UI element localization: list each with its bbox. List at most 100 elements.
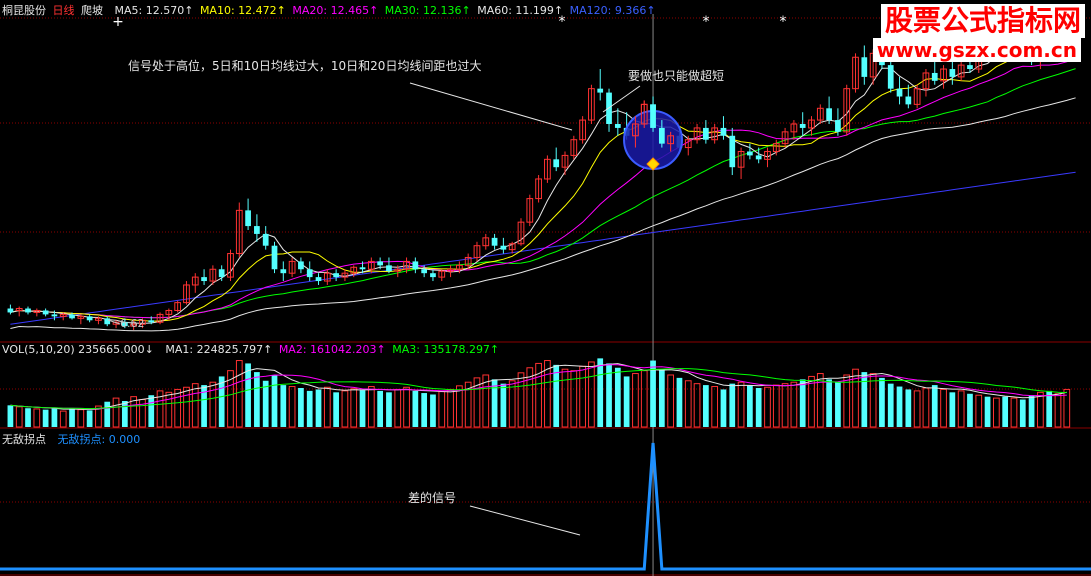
volume-bar [508, 380, 516, 428]
volume-bar [869, 373, 877, 428]
indicator-value: 无敌拐点: 0.000 [57, 433, 141, 446]
volume-bar [315, 389, 322, 427]
volume-bar [174, 388, 182, 428]
volume-bar [799, 379, 806, 427]
vol-ma1-label: MA1: 224825.797↑ [165, 343, 273, 356]
volume-bar [1019, 399, 1026, 427]
watermark-title: 股票公式指标网 [880, 4, 1085, 38]
volume-bar [394, 388, 402, 428]
volume-bar [931, 385, 938, 427]
candle-down [799, 124, 806, 128]
volume-bar [1054, 393, 1062, 428]
volume-bar [323, 386, 331, 428]
volume-bar [588, 361, 595, 428]
ma10-line [10, 43, 1076, 322]
candle-down [262, 233, 269, 246]
candle-down [421, 269, 428, 274]
volume-bar [367, 386, 375, 428]
candle-down [905, 96, 912, 105]
top-marker: * [703, 14, 710, 30]
volume-bar [561, 368, 569, 428]
volume-bar [905, 389, 912, 427]
volume-bar [597, 358, 604, 427]
volume-bar [711, 386, 719, 428]
volume-bar [975, 394, 983, 428]
volume-bar [235, 360, 243, 428]
volume-bar [816, 373, 824, 428]
volume-bar [77, 409, 85, 428]
ma120-line [10, 171, 1076, 325]
candle-down [967, 65, 973, 70]
candle-down [491, 237, 498, 246]
volume-bar [386, 392, 392, 427]
candle-down [826, 108, 832, 121]
price-panel: + * * * 桐昆股份 日线 爬坡 MA5: 12.570↑ MA10: 12.47… [0, 0, 1091, 343]
candle-down [148, 320, 155, 323]
volume-bar [553, 364, 560, 427]
ma60-line [10, 97, 1076, 332]
candle-down [597, 88, 604, 93]
annotation-leader [409, 82, 573, 131]
volume-bar [15, 406, 23, 428]
volume-bar [245, 363, 251, 427]
volume-bar [967, 393, 973, 427]
volume-bar [879, 377, 885, 427]
volume-bar [887, 383, 894, 427]
volume-bar [165, 391, 173, 428]
volume-header: VOL(5,10,20) 235665.000↓ MA1: 224825.797… [2, 343, 502, 356]
volume-bar [632, 373, 639, 428]
volume-bar [747, 385, 753, 427]
candle-down [271, 245, 278, 270]
candle-down [729, 135, 736, 168]
volume-bar [984, 396, 991, 427]
vol-ma2-label: MA2: 161042.203↑ [278, 343, 386, 356]
volume-bar [104, 401, 111, 427]
candle-down [755, 155, 762, 160]
top-marker: * [780, 14, 787, 30]
volume-bar [702, 385, 709, 427]
ma20-line [10, 58, 1076, 319]
volume-bar [579, 365, 586, 428]
volume-bar [377, 390, 384, 427]
candle-down [86, 316, 93, 321]
volume-bar [755, 387, 762, 427]
volume-bar [1028, 395, 1035, 427]
volume-bar [623, 376, 630, 427]
candle-down [650, 104, 656, 128]
volume-bar [1046, 390, 1053, 427]
volume-bar [913, 390, 921, 428]
volume-bar [148, 395, 155, 427]
indicator-panel: 无敌拐点 无敌拐点: 0.000 差的信号 [0, 429, 1091, 576]
volume-bar [262, 380, 269, 427]
period-label: 日线 [52, 4, 75, 17]
candle-down [280, 269, 287, 274]
candle-down [896, 88, 903, 97]
volume-bar [772, 384, 780, 428]
candle-down [931, 72, 938, 81]
volume-bar [781, 383, 789, 428]
ma120-label: MA120: 9.366↑ [569, 4, 656, 17]
volume-bar [191, 383, 199, 428]
volume-bar [112, 397, 120, 428]
price-header: 桐昆股份 日线 爬坡 MA5: 12.570↑ MA10: 12.472↑ MA… [2, 2, 659, 18]
volume-bar [684, 380, 692, 428]
low-price-label: 6.62 [120, 317, 145, 330]
volume-bar [59, 410, 67, 428]
volume-bar [993, 397, 1000, 428]
volume-bar [949, 392, 956, 427]
volume-bar [500, 383, 507, 427]
volume-bar [729, 383, 736, 427]
candle-down [553, 159, 560, 168]
volume-bar [1002, 396, 1009, 427]
candle-down [25, 308, 31, 313]
candle-down [201, 277, 207, 282]
volume-bar [456, 385, 463, 428]
candle-down [306, 269, 313, 278]
volume-bar [51, 407, 58, 427]
volume-bar [271, 374, 278, 427]
ma60-label: MA60: 11.199↑ [477, 4, 564, 17]
candle-down [386, 265, 392, 272]
volume-bar [693, 383, 701, 428]
candle-down [430, 273, 436, 278]
ma5-label: MA5: 12.570↑ [114, 4, 194, 17]
